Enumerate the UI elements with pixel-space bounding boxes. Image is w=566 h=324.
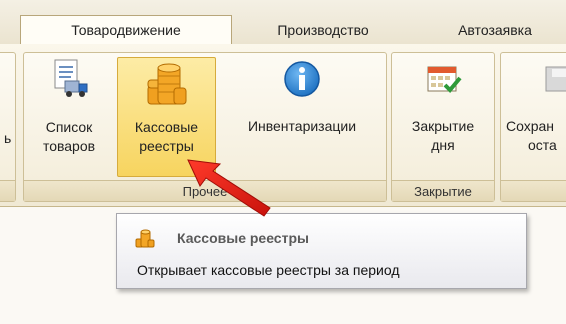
group-label-partial-right — [501, 180, 566, 201]
info-icon — [284, 61, 320, 97]
document-truck-icon — [54, 59, 88, 97]
partial-button-label: ь — [4, 130, 12, 146]
save-remains-label-1: Сохран — [506, 118, 555, 134]
tab-avtozayavka[interactable]: Автозаявка — [430, 15, 560, 44]
tooltip-description: Открывает кассовые реестры за период — [137, 262, 400, 278]
product-list-label-1: Список — [45, 119, 93, 135]
close-day-button[interactable]: Закрытие дня — [394, 57, 492, 175]
ribbon-group-partial-left — [0, 52, 16, 202]
group-label-partial — [0, 180, 15, 201]
close-day-label-1: Закрытие — [411, 118, 475, 134]
cash-registers-label-1: Кассовые — [134, 119, 199, 135]
inventory-label: Инвентаризации — [247, 118, 357, 134]
tab-proizvodstvo[interactable]: Производство — [240, 15, 406, 44]
save-icon — [545, 66, 566, 92]
close-day-label-2: дня — [431, 137, 455, 153]
save-remains-label-2: оста — [528, 137, 557, 153]
tab-tovarodvizhenie[interactable]: Товародвижение — [20, 15, 232, 44]
product-list-label-2: товаров — [42, 138, 96, 154]
calendar-check-icon — [427, 66, 462, 93]
red-arrow-annotation — [187, 159, 271, 217]
ribbon-tab-strip: Товародвижение Производство Автозаявка — [0, 0, 566, 45]
product-list-button[interactable]: Список товаров — [30, 57, 108, 175]
tooltip: Кассовые реестры Открывает кассовые реес… — [116, 213, 527, 289]
coins-stack-icon — [135, 229, 155, 248]
coins-stack-icon — [147, 63, 186, 105]
group-label-closing: Закрытие — [392, 180, 494, 201]
save-remains-button[interactable]: Сохран оста — [504, 57, 566, 175]
tooltip-title: Кассовые реестры — [177, 230, 309, 246]
